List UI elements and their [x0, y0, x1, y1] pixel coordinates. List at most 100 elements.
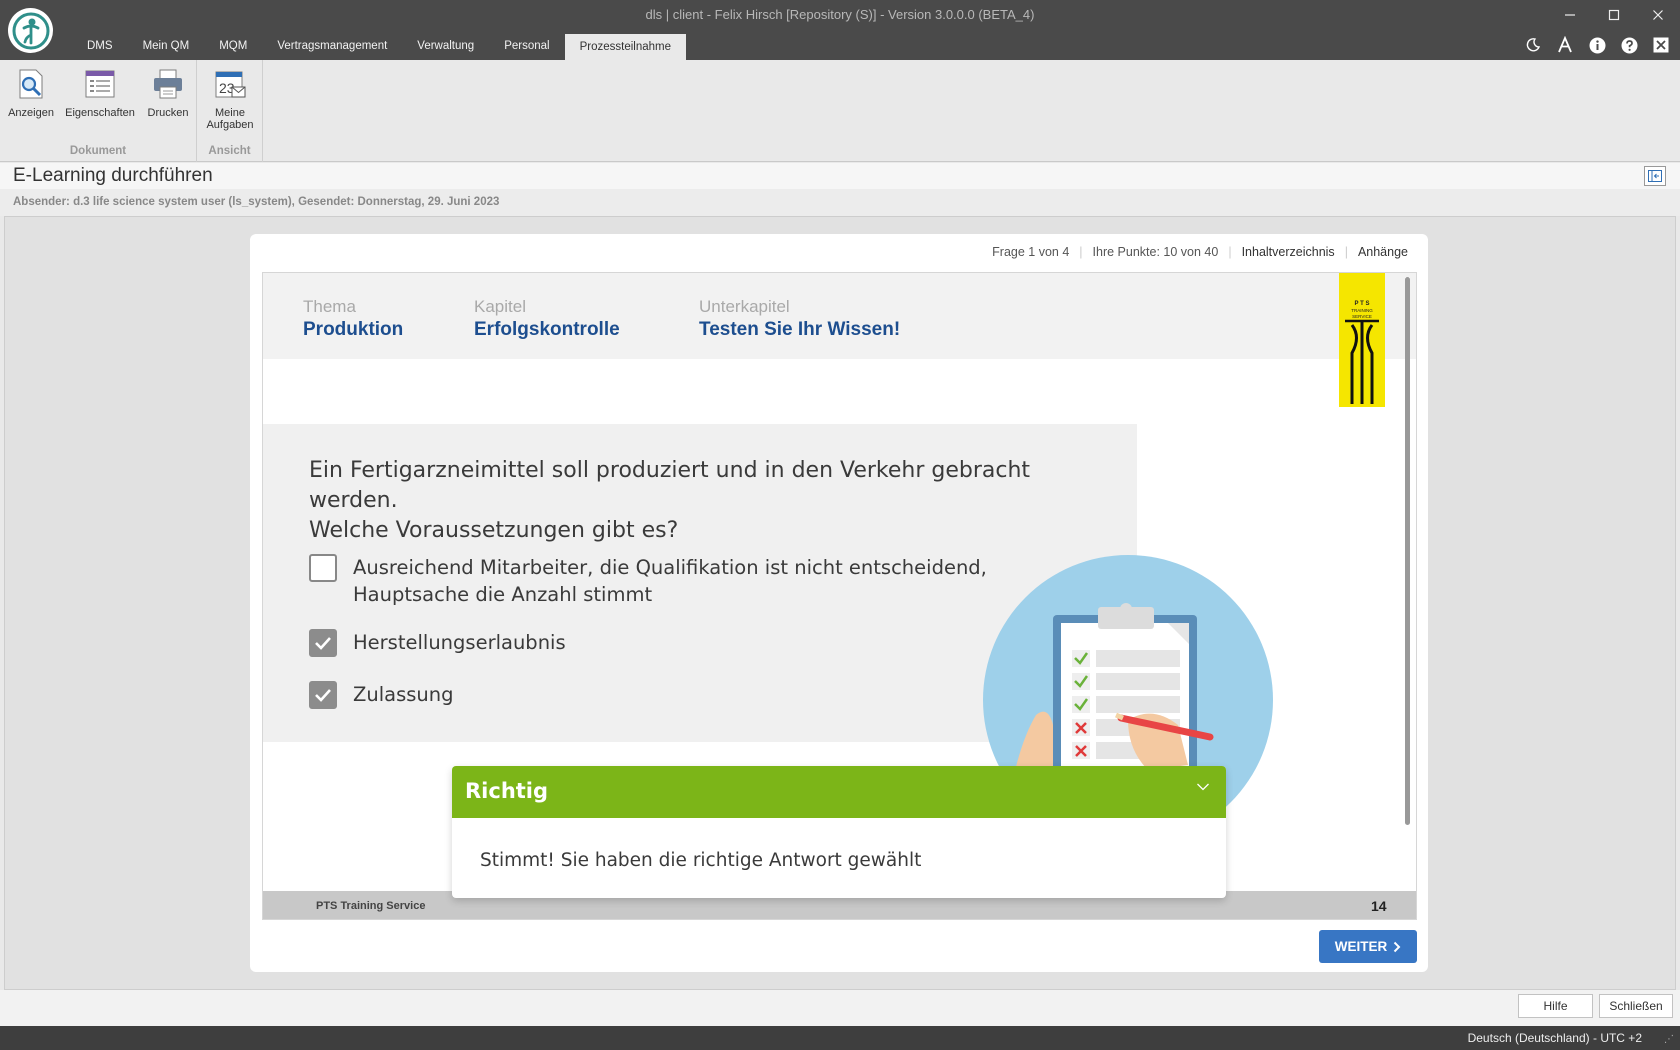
drucken-label: Drucken [147, 107, 189, 119]
question-text: Ein Fertigarzneimittel soll produziert u… [309, 456, 1109, 546]
resize-grip-icon[interactable]: ⋰ [1664, 1034, 1674, 1045]
dialog-button-bar: Hilfe Schließen [0, 990, 1680, 1026]
topic-column: Thema Produktion [303, 297, 403, 341]
ribbon: Anzeigen Eigenschaften Drucken Dokument … [0, 60, 1680, 162]
chevron-right-icon [1394, 941, 1401, 952]
moon-icon[interactable] [1522, 34, 1544, 56]
help-button[interactable]: Hilfe [1518, 994, 1593, 1018]
feedback-popup: Richtig Stimmt! Sie haben die richtige A… [452, 766, 1226, 898]
answer-option-1[interactable]: Ausreichend Mitarbeiter, die Qualifikati… [309, 554, 987, 608]
meine-aufgaben-label-2: Aufgaben [206, 119, 254, 131]
main-menu: DMS Mein QM MQM Vertragsmanagement Verwa… [72, 34, 686, 60]
sender-bar: Absender: d.3 life science system user (… [0, 189, 1680, 216]
ribbon-group-label: Dokument [69, 145, 127, 157]
scrollbar-thumb[interactable] [1405, 277, 1410, 825]
answer-text-1: Ausreichend Mitarbeiter, die Qualifikati… [353, 554, 987, 608]
next-button-label: WEITER [1334, 939, 1388, 954]
panel-header: E-Learning durchführen [0, 163, 1680, 189]
quick-actions [1522, 34, 1672, 56]
question-line-2: Welche Voraussetzungen gibt es? [309, 518, 679, 543]
subchapter-column: Unterkapitel Testen Sie Ihr Wissen! [699, 297, 900, 341]
checkmark-icon [315, 689, 331, 702]
separator: | [1228, 245, 1232, 259]
meine-aufgaben-label-1: Meine [215, 107, 245, 119]
eigenschaften-label: Eigenschaften [65, 107, 135, 119]
window-title: dls | client - Felix Hirsch [Repository … [645, 7, 1035, 22]
pts-logo: P T S TRAINING SERVICE [1339, 273, 1385, 407]
properties-icon [80, 64, 120, 104]
checkmark-icon [315, 637, 331, 650]
answer-option-2[interactable]: Herstellungserlaubnis [309, 629, 566, 657]
menu-item-vertragsmanagement[interactable]: Vertragsmanagement [262, 35, 402, 60]
menu-item-personal[interactable]: Personal [489, 35, 564, 60]
separator: | [1079, 245, 1083, 259]
answer-text-1-line-1: Ausreichend Mitarbeiter, die Qualifikati… [353, 556, 987, 579]
player-toolbar: Frage 1 von 4 | Ihre Punkte: 10 von 40 |… [992, 245, 1408, 259]
printer-icon [148, 64, 188, 104]
close-session-icon[interactable] [1650, 34, 1672, 56]
topic-value: Produktion [303, 319, 404, 340]
title-bar: dls | client - Felix Hirsch [Repository … [0, 0, 1680, 60]
answer-option-3[interactable]: Zulassung [309, 681, 454, 709]
answer-text-3: Zulassung [353, 683, 454, 706]
toc-link[interactable]: Inhaltverzeichnis [1242, 245, 1335, 259]
answer-checkbox-2[interactable] [309, 629, 337, 657]
panel-title: E-Learning durchführen [13, 165, 213, 186]
sender-info: Absender: d.3 life science system user (… [13, 196, 500, 208]
chapter-value: Erfolgskontrolle [474, 319, 620, 340]
chapter-label: Kapitel [474, 297, 526, 316]
status-bar: Deutsch (Deutschland) - UTC +2 ⋰ [0, 1026, 1680, 1050]
app-window: dls | client - Felix Hirsch [Repository … [0, 0, 1680, 1050]
ribbon-group-label: Ansicht [208, 145, 251, 157]
chevron-down-icon[interactable] [1196, 782, 1210, 792]
minimize-icon[interactable] [1548, 0, 1592, 30]
close-icon[interactable] [1636, 0, 1680, 30]
logo-text-training: TRAINING [1351, 308, 1373, 313]
close-button[interactable]: Schließen [1599, 994, 1673, 1018]
feedback-message: Stimmt! Sie haben die richtige Antwort g… [480, 850, 922, 871]
font-size-icon[interactable] [1554, 34, 1576, 56]
menu-item-dms[interactable]: DMS [72, 35, 128, 60]
menu-item-prozessteilnahme[interactable]: Prozessteilnahme [564, 34, 686, 60]
logo-text-pts: P T S [1355, 301, 1370, 307]
window-controls [1548, 0, 1680, 30]
slide-header: Thema Produktion Kapitel Erfolgskontroll… [263, 273, 1416, 359]
subchapter-value: Testen Sie Ihr Wissen! [699, 319, 901, 340]
question-line-1: Ein Fertigarzneimittel soll produziert u… [309, 458, 1031, 513]
drucken-button[interactable]: Drucken [143, 64, 193, 119]
answer-checkbox-1[interactable] [309, 554, 337, 582]
footer-brand: PTS Training Service [316, 900, 426, 912]
chapter-column: Kapitel Erfolgskontrolle [474, 297, 620, 341]
menu-item-mqm[interactable]: MQM [204, 35, 262, 60]
maximize-icon[interactable] [1592, 0, 1636, 30]
ribbon-group-ansicht: 23 Meine Aufgaben Ansicht [197, 60, 263, 162]
topic-label: Thema [303, 297, 356, 316]
feedback-header[interactable]: Richtig [452, 766, 1226, 818]
slide-page-number: 14 [1371, 898, 1387, 914]
meine-aufgaben-button[interactable]: 23 Meine Aufgaben [203, 64, 257, 131]
answer-checkbox-3[interactable] [309, 681, 337, 709]
help-icon[interactable] [1618, 34, 1640, 56]
anzeigen-label: Anzeigen [8, 107, 54, 119]
attachments-link[interactable]: Anhänge [1358, 245, 1408, 259]
subchapter-label: Unterkapitel [699, 297, 790, 316]
calendar-tasks-icon: 23 [210, 64, 250, 104]
next-button[interactable]: WEITER [1319, 930, 1417, 963]
menu-item-verwaltung[interactable]: Verwaltung [402, 35, 489, 60]
panel-collapse-button[interactable] [1644, 166, 1666, 186]
slide-scrollbar[interactable] [1405, 277, 1410, 825]
locale-status: Deutsch (Deutschland) - UTC +2 [1467, 1031, 1642, 1045]
ribbon-group-dokument: Anzeigen Eigenschaften Drucken Dokument [0, 60, 197, 162]
info-icon[interactable] [1586, 34, 1608, 56]
anzeigen-button[interactable]: Anzeigen [6, 64, 56, 119]
points-display: Ihre Punkte: 10 von 40 [1092, 245, 1219, 259]
answer-text-1-line-2: Hauptsache die Anzahl stimmt [353, 583, 653, 606]
menu-item-mein-qm[interactable]: Mein QM [128, 35, 205, 60]
eigenschaften-button[interactable]: Eigenschaften [62, 64, 138, 119]
separator: | [1344, 245, 1348, 259]
answer-text-2: Herstellungserlaubnis [353, 631, 566, 654]
feedback-title: Richtig [465, 779, 549, 803]
collapse-panel-icon [1648, 170, 1662, 182]
logo-text-service: SERVICE [1352, 314, 1372, 319]
magnifier-document-icon [11, 64, 51, 104]
